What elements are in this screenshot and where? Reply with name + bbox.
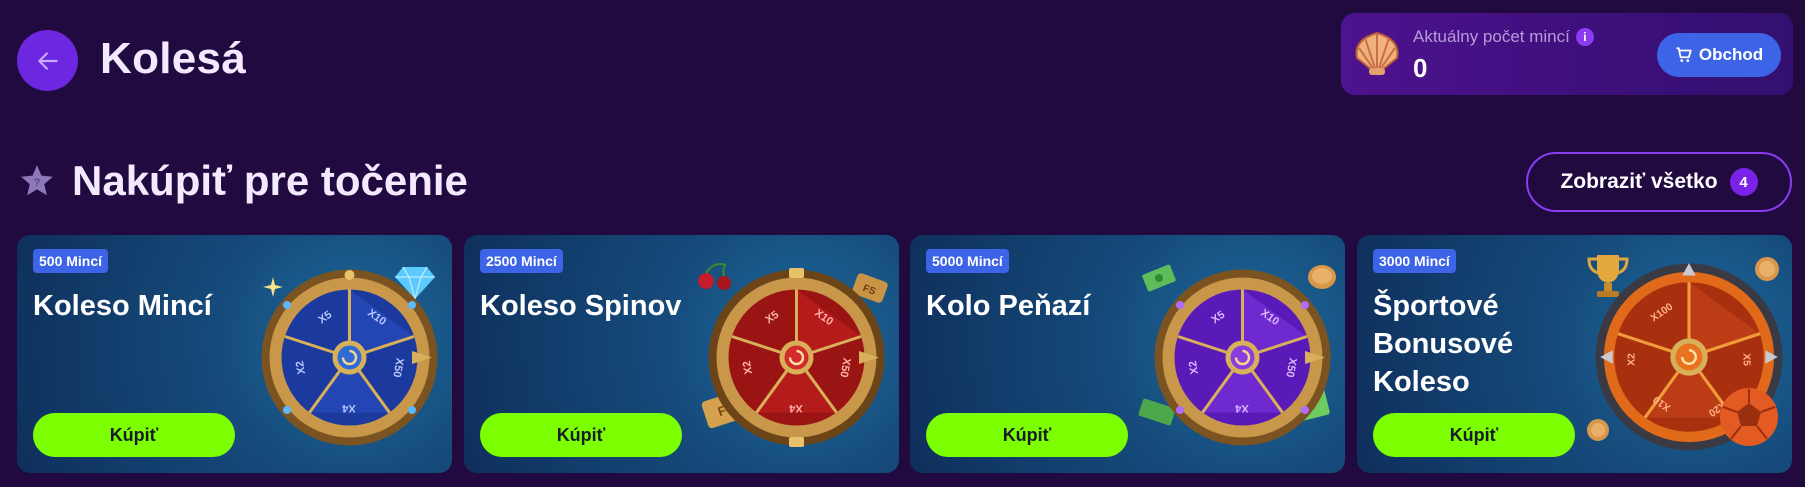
view-all-button[interactable]: Zobraziť všetko 4: [1526, 152, 1792, 212]
card-title: Športové Bonusové Koleso: [1373, 290, 1514, 398]
wheel-label: X2: [741, 360, 755, 375]
wheel-card-sports[interactable]: 3000 Mincí Športové Bonusové Koleso X100…: [1357, 235, 1792, 473]
coin-wheel-graphic: X5 X10 X50 X4 X2: [261, 269, 438, 446]
info-icon[interactable]: i: [1575, 28, 1594, 46]
wheel-label: X4: [1234, 402, 1248, 414]
spins-wheel-graphic: X5 X10 X50 X4 X2: [708, 268, 885, 447]
back-button[interactable]: [17, 30, 78, 91]
coin-balance-panel: Aktuálny počet mincí i 0 Obchod: [1341, 13, 1793, 95]
card-title: Koleso Mincí: [33, 290, 212, 322]
football-icon: [1720, 388, 1778, 446]
buy-button[interactable]: Kúpiť: [33, 413, 235, 457]
view-all-count-badge: 4: [1729, 168, 1758, 196]
money-wheel-graphic: X5 X10 X50 X4 X2: [1154, 269, 1331, 446]
wheel-label: X2: [1627, 353, 1638, 366]
coin-balance-label-text: Aktuálny počet mincí: [1413, 27, 1570, 46]
wheel-card-spins[interactable]: 2500 Mincí Koleso Spinov FS FS X5 X10 X5…: [464, 235, 899, 473]
buy-button[interactable]: Kúpiť: [480, 413, 682, 457]
buy-button[interactable]: Kúpiť: [1373, 413, 1575, 457]
arrow-left-icon: [37, 51, 58, 70]
wheel-card-money[interactable]: 5000 Mincí Kolo Peňazí X5 X10 X50 X4 X2 …: [910, 235, 1345, 473]
cart-icon: [1676, 47, 1692, 62]
coin-balance-value: 0: [1413, 53, 1428, 83]
price-badge: 3000 Mincí: [1373, 249, 1456, 273]
wheel-label: X5: [1740, 353, 1751, 366]
wheel-label: X2: [1187, 360, 1201, 375]
wheel-card-coin[interactable]: 500 Mincí Koleso Mincí X5 X10 X50 X4 X2 …: [17, 235, 452, 473]
price-badge: 5000 Mincí: [926, 249, 1009, 273]
view-all-label: Zobraziť všetko: [1560, 170, 1718, 193]
shop-button[interactable]: Obchod: [1657, 33, 1781, 77]
shell-coin-icon: [1355, 31, 1399, 76]
coin-balance-label: Aktuálny počet mincí i: [1413, 27, 1594, 47]
card-title: Kolo Peňazí: [926, 290, 1091, 322]
card-title: Koleso Spinov: [480, 290, 682, 322]
star-icon: ?: [21, 165, 53, 196]
buy-button[interactable]: Kúpiť: [926, 413, 1128, 457]
section-title: Nakúpiť pre točenie: [72, 157, 468, 204]
price-badge: 500 Mincí: [33, 249, 109, 273]
page-title: Kolesá: [100, 34, 247, 83]
wheel-label: X2: [294, 360, 308, 375]
price-badge: 2500 Mincí: [480, 249, 563, 273]
wheel-label: X4: [341, 402, 355, 414]
shop-button-label: Obchod: [1698, 45, 1764, 64]
svg-text:?: ?: [34, 177, 41, 189]
wheel-label: X4: [788, 402, 802, 414]
